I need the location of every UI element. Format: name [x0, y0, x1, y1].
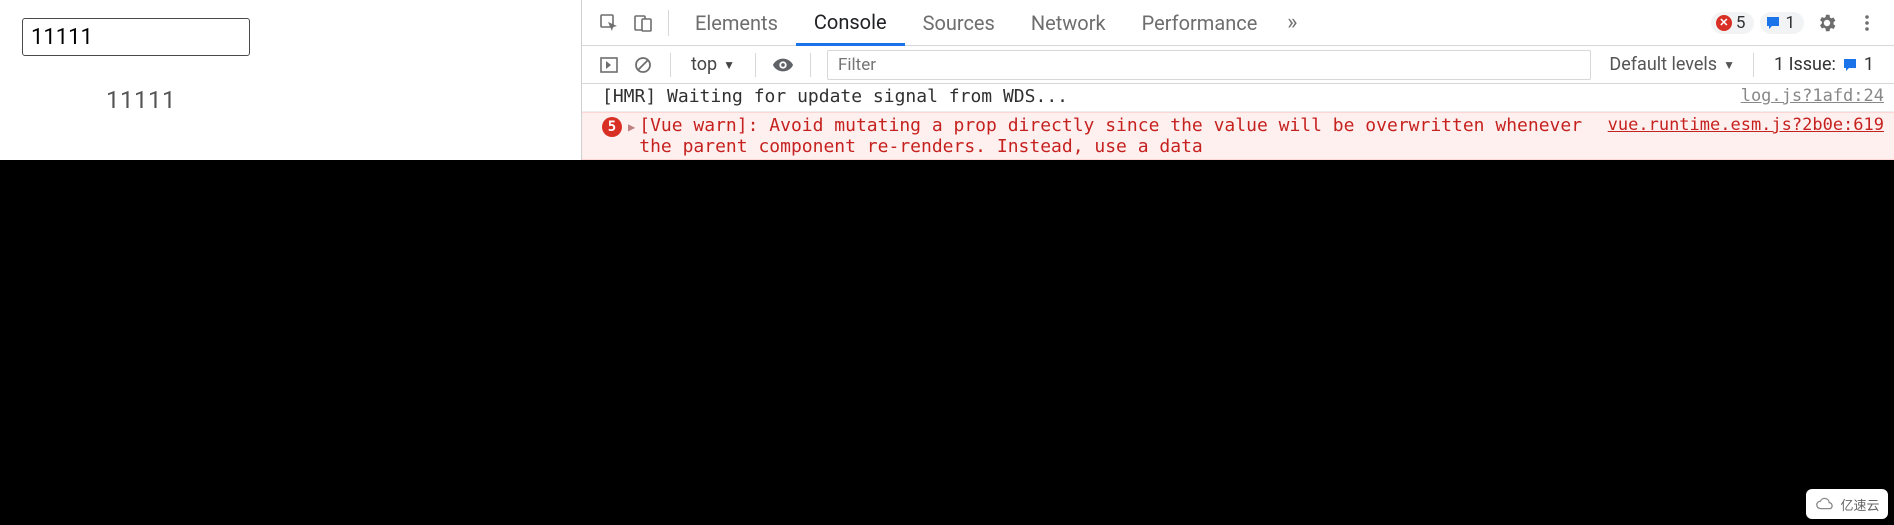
separator	[755, 53, 756, 77]
levels-label: Default levels	[1609, 54, 1717, 75]
more-tabs-icon[interactable]: »	[1275, 6, 1309, 40]
separator	[668, 10, 669, 36]
log-line-error: 5 ▶ [Vue warn]: Avoid mutating a prop di…	[582, 112, 1894, 160]
expand-triangle-icon[interactable]: ▶	[628, 120, 635, 134]
tab-elements[interactable]: Elements	[677, 0, 796, 46]
tab-performance[interactable]: Performance	[1124, 0, 1276, 46]
separator	[670, 53, 671, 77]
chevron-down-icon: ▼	[1723, 58, 1735, 72]
live-expression-eye-icon[interactable]	[766, 48, 800, 82]
devtools-tabs: Elements Console Sources Network Perform…	[582, 0, 1894, 46]
context-label: top	[691, 54, 717, 75]
separator	[1753, 53, 1754, 77]
issues-speech-icon	[1842, 57, 1858, 73]
tab-console[interactable]: Console	[796, 0, 905, 46]
log-message: [Vue warn]: Avoid mutating a prop direct…	[639, 115, 1597, 157]
log-levels-selector[interactable]: Default levels ▼	[1601, 54, 1743, 75]
black-region	[0, 160, 1894, 525]
sidebar-toggle-icon[interactable]	[592, 48, 626, 82]
chevron-down-icon: ▼	[723, 58, 735, 72]
text-input[interactable]	[22, 18, 250, 56]
watermark-badge: 亿速云	[1806, 489, 1888, 519]
clear-console-icon[interactable]	[626, 48, 660, 82]
console-toolbar: top ▼ Default levels ▼ 1 Issue: 1	[582, 46, 1894, 84]
inspect-element-icon[interactable]	[592, 6, 626, 40]
devtools-panel: Elements Console Sources Network Perform…	[582, 0, 1894, 160]
log-message: [HMR] Waiting for update signal from WDS…	[602, 86, 1741, 107]
kebab-menu-icon[interactable]	[1850, 6, 1884, 40]
tab-network[interactable]: Network	[1013, 0, 1124, 46]
issues-indicator[interactable]: 1 Issue: 1	[1764, 54, 1884, 75]
watermark-text: 亿速云	[1840, 495, 1879, 514]
cloud-icon	[1814, 496, 1836, 512]
settings-gear-icon[interactable]	[1810, 6, 1844, 40]
filter-field	[827, 50, 1591, 80]
error-repeat-count: 5	[602, 117, 622, 137]
context-selector[interactable]: top ▼	[681, 54, 745, 75]
log-source-link[interactable]: vue.runtime.esm.js?2b0e:619	[1608, 115, 1884, 135]
error-count-badge[interactable]: ✕ 5	[1711, 12, 1755, 34]
console-log-area: [HMR] Waiting for update signal from WDS…	[582, 84, 1894, 160]
log-line: [HMR] Waiting for update signal from WDS…	[582, 84, 1894, 112]
info-speech-icon	[1765, 15, 1781, 31]
separator	[810, 53, 811, 77]
device-toggle-icon[interactable]	[626, 6, 660, 40]
issues-count: 1	[1864, 54, 1874, 75]
issues-label: 1 Issue:	[1774, 54, 1836, 75]
tab-sources[interactable]: Sources	[905, 0, 1013, 46]
error-dot-icon: ✕	[1716, 15, 1732, 31]
info-count-text: 1	[1785, 13, 1795, 33]
app-page-area: 11111	[0, 0, 582, 160]
error-count-text: 5	[1736, 13, 1746, 33]
output-text: 11111	[22, 86, 559, 114]
info-count-badge[interactable]: 1	[1760, 12, 1804, 34]
filter-input[interactable]	[827, 50, 1591, 80]
log-source-link[interactable]: log.js?1afd:24	[1741, 86, 1884, 106]
